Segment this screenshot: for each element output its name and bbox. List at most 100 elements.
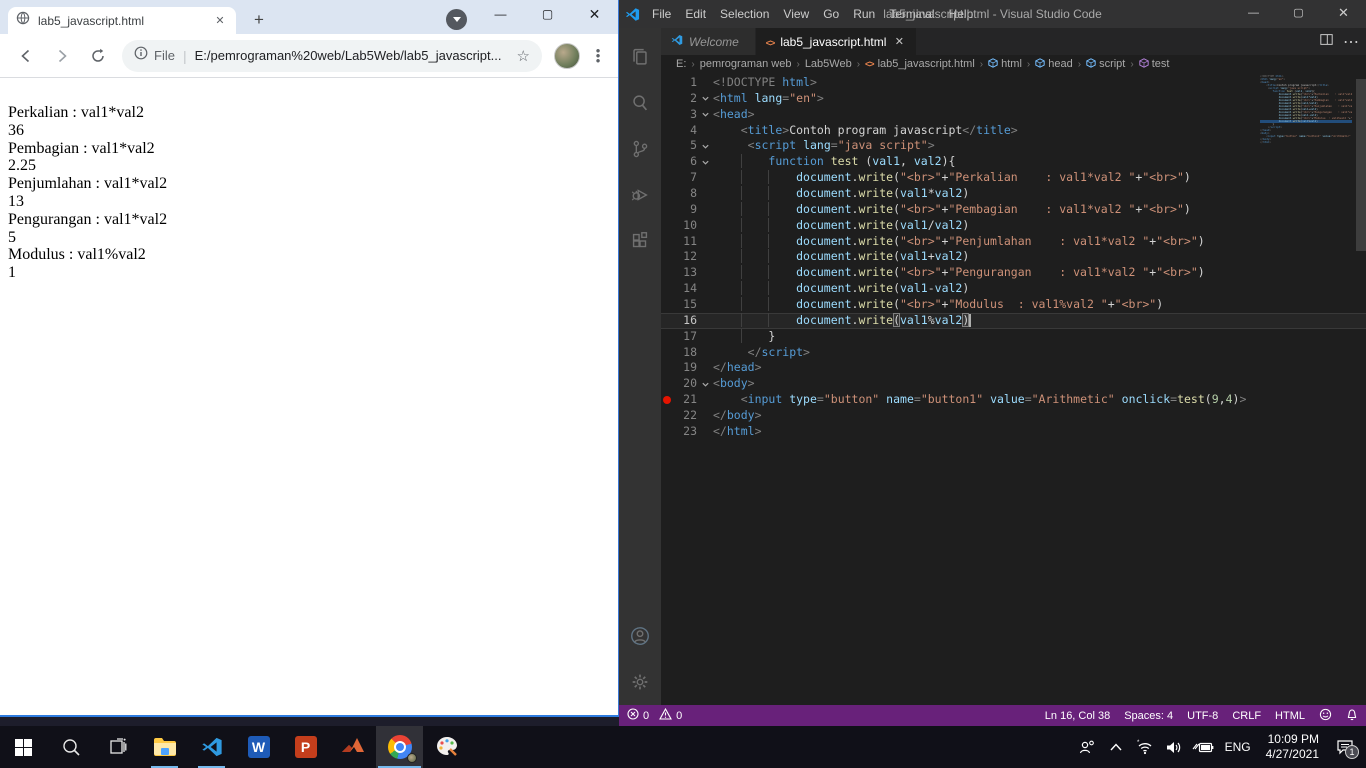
code-editor[interactable]: 1 <!DOCTYPE html> 2 <html lang="en"> 3 <head>… <box>661 73 1366 705</box>
action-center-button[interactable]: 1 <box>1330 739 1360 759</box>
vscode-minimize-button[interactable]: — <box>1231 0 1276 28</box>
code-line[interactable]: 23 </html> <box>661 424 1366 440</box>
more-actions-icon[interactable]: ⋯ <box>1343 32 1360 52</box>
code-line[interactable]: 20 <body> <box>661 376 1366 392</box>
fold-chevron-icon[interactable] <box>697 234 713 250</box>
editor-tab[interactable]: <> lab5_javascript.html ✕ <box>755 28 918 55</box>
warnings-icon[interactable] <box>659 707 673 723</box>
fold-chevron-icon[interactable] <box>697 392 713 408</box>
code-line[interactable]: 9 document.write("<br>"+"Pembagian : val… <box>661 202 1366 218</box>
code-line[interactable]: 13 document.write("<br>"+"Pengurangan : … <box>661 265 1366 281</box>
code-line[interactable]: 19 </head> <box>661 360 1366 376</box>
breakpoint-gutter[interactable] <box>661 424 673 440</box>
code-line[interactable]: 18 </script> <box>661 345 1366 361</box>
fold-chevron-icon[interactable] <box>697 107 713 123</box>
status-indentation[interactable]: Spaces: 4 <box>1124 710 1173 722</box>
fold-chevron-icon[interactable] <box>697 329 713 345</box>
code-line[interactable]: 7 document.write("<br>"+"Perkalian : val… <box>661 170 1366 186</box>
code-line[interactable]: 11 document.write("<br>"+"Penjumlahan : … <box>661 234 1366 250</box>
code-line[interactable]: 6 function test (val1, val2){ <box>661 154 1366 170</box>
chrome-menu-icon[interactable]: • • • <box>590 44 606 67</box>
breakpoint-gutter[interactable] <box>661 107 673 123</box>
fold-chevron-icon[interactable] <box>697 313 713 329</box>
breakpoint-gutter[interactable] <box>661 360 673 376</box>
split-editor-icon[interactable] <box>1320 33 1333 51</box>
chrome-tab[interactable]: lab5_javascript.html ✕ <box>8 7 236 34</box>
code-line[interactable]: 17 } <box>661 329 1366 345</box>
editor-tab[interactable]: Welcome <box>661 28 756 55</box>
url-text[interactable]: E:/pemrograman%20web/Lab5Web/lab5_javasc… <box>195 48 511 63</box>
menu-help[interactable]: Help <box>942 0 981 28</box>
new-tab-button[interactable]: + <box>248 10 270 32</box>
fold-chevron-icon[interactable] <box>697 123 713 139</box>
breakpoint-gutter[interactable] <box>661 138 673 154</box>
breakpoint-gutter[interactable] <box>661 376 673 392</box>
word-button[interactable]: W <box>235 726 282 768</box>
fold-chevron-icon[interactable] <box>697 91 713 107</box>
errors-icon[interactable] <box>627 708 639 723</box>
search-icon[interactable] <box>619 80 661 126</box>
fold-chevron-icon[interactable] <box>697 297 713 313</box>
breakpoint-gutter[interactable] <box>661 170 673 186</box>
breakpoint-gutter[interactable] <box>661 329 673 345</box>
code-line[interactable]: 14 document.write(val1-val2) <box>661 281 1366 297</box>
forward-icon[interactable] <box>48 42 76 70</box>
notifications-bell-icon[interactable] <box>1346 708 1358 724</box>
task-view-button[interactable] <box>94 726 141 768</box>
vscode-close-button[interactable]: ✕ <box>1321 0 1366 28</box>
tab-search-button[interactable] <box>446 9 467 30</box>
breadcrumb-item[interactable]: test <box>1139 57 1169 71</box>
chrome-taskbar-button[interactable] <box>376 726 423 768</box>
breadcrumb-item[interactable]: pemrograman web <box>700 58 792 70</box>
matlab-button[interactable] <box>329 726 376 768</box>
breakpoint-gutter[interactable] <box>661 249 673 265</box>
battery-icon[interactable] <box>1192 741 1214 754</box>
language-indicator[interactable]: ENG <box>1221 740 1255 754</box>
fold-chevron-icon[interactable] <box>697 202 713 218</box>
fold-chevron-icon[interactable] <box>697 218 713 234</box>
source-control-icon[interactable] <box>619 126 661 172</box>
clock[interactable]: 10:09 PM 4/27/2021 <box>1262 732 1323 762</box>
profile-avatar[interactable] <box>554 42 580 69</box>
chrome-minimize-button[interactable]: — <box>477 0 524 30</box>
code-line[interactable]: 15 document.write("<br>"+"Modulus : val1… <box>661 297 1366 313</box>
menu-edit[interactable]: Edit <box>678 0 713 28</box>
fold-chevron-icon[interactable] <box>697 360 713 376</box>
chrome-close-button[interactable]: ✕ <box>571 0 618 30</box>
bookmark-star-icon[interactable]: ☆ <box>517 47 530 65</box>
explorer-icon[interactable] <box>619 34 661 80</box>
breakpoint-gutter[interactable] <box>661 265 673 281</box>
fold-chevron-icon[interactable] <box>697 345 713 361</box>
fold-chevron-icon[interactable] <box>697 249 713 265</box>
breadcrumb-item[interactable]: E: <box>676 58 686 70</box>
vscode-maximize-button[interactable]: ▢ <box>1276 0 1321 28</box>
breakpoint-gutter[interactable] <box>661 297 673 313</box>
status-encoding[interactable]: UTF-8 <box>1187 710 1218 722</box>
status-eol-sequence[interactable]: CRLF <box>1232 710 1261 722</box>
fold-chevron-icon[interactable] <box>697 408 713 424</box>
fold-chevron-icon[interactable] <box>697 138 713 154</box>
extensions-icon[interactable] <box>619 218 661 264</box>
fold-chevron-icon[interactable] <box>697 281 713 297</box>
fold-chevron-icon[interactable] <box>697 154 713 170</box>
fold-chevron-icon[interactable] <box>697 75 713 91</box>
fold-chevron-icon[interactable] <box>697 170 713 186</box>
breadcrumb-item[interactable]: html <box>988 57 1022 71</box>
breadcrumb-item[interactable]: Lab5Web <box>805 58 852 70</box>
code-line[interactable]: 16 document.write(val1%val2) <box>661 312 1366 329</box>
fold-chevron-icon[interactable] <box>697 424 713 440</box>
status-cursor-position[interactable]: Ln 16, Col 38 <box>1045 710 1110 722</box>
info-icon[interactable] <box>134 46 148 65</box>
wifi-icon[interactable]: * <box>1134 739 1156 755</box>
breakpoint-gutter[interactable] <box>661 345 673 361</box>
code-line[interactable]: 21 <input type="button" name="button1" v… <box>661 392 1366 408</box>
minimap[interactable]: <!DOCTYPE html> <html lang="en"> <head> <t… <box>1260 75 1352 144</box>
error-count[interactable]: 0 <box>643 710 649 722</box>
tab-close-icon[interactable]: ✕ <box>212 13 228 29</box>
address-bar[interactable]: File | E:/pemrograman%20web/Lab5Web/lab5… <box>122 39 542 72</box>
breakpoint-gutter[interactable] <box>661 281 673 297</box>
reload-icon[interactable] <box>84 42 112 70</box>
breakpoint-gutter[interactable] <box>661 202 673 218</box>
back-icon[interactable] <box>12 42 40 70</box>
breadcrumb-item[interactable]: script <box>1086 57 1125 71</box>
